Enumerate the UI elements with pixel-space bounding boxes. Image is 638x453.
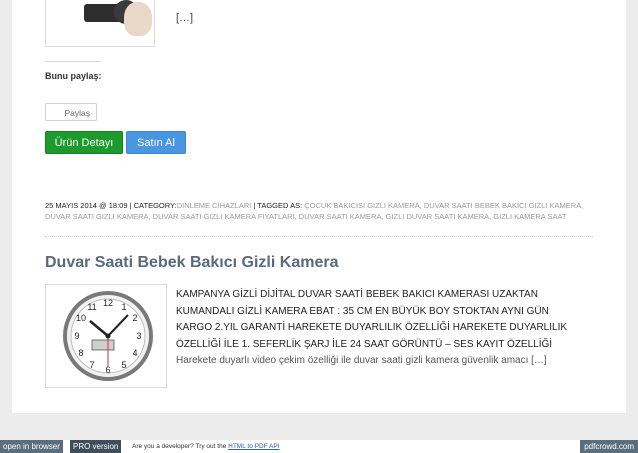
svg-text:7: 7	[89, 360, 94, 370]
post-title[interactable]: Duvar Saati Bebek Bakıcı Gizli Kamera	[45, 254, 338, 272]
divider	[45, 61, 101, 62]
svg-text:8: 8	[78, 348, 83, 358]
svg-text:12: 12	[103, 298, 113, 308]
svg-text:2: 2	[132, 313, 137, 323]
pro-version-link[interactable]: PRO version	[70, 440, 122, 453]
excerpt-line: KAMPANYA GİZLİ DİJİTAL DUVAR SAATİ BEBEK…	[176, 289, 538, 300]
svg-text:3: 3	[136, 331, 141, 341]
developer-note: Are you a developer? Try out the HTML to…	[132, 440, 280, 453]
person-image-part	[124, 2, 152, 36]
divider	[45, 236, 593, 237]
svg-text:5: 5	[121, 360, 126, 370]
share-label: Bunu paylaş:	[45, 71, 102, 81]
svg-text:9: 9	[74, 331, 79, 341]
brand-link[interactable]: pdfcrowd.com	[580, 440, 638, 453]
svg-text:10: 10	[76, 313, 86, 323]
svg-text:4: 4	[132, 348, 137, 358]
buy-button[interactable]: Satın Al	[126, 131, 186, 154]
excerpt-line: KARGO 2.YIL GARANTİ HAREKETE DUYARLILIK …	[176, 322, 568, 333]
product-thumbnail[interactable]: 12 1 2 345 678 9 10 11	[45, 284, 167, 388]
excerpt-ellipsis: […]	[176, 12, 194, 24]
excerpt-line: Harekete duyarlı video çekim özelliği il…	[176, 355, 547, 366]
pdfcrowd-footer: open in browser PRO version Are you a de…	[0, 440, 638, 453]
svg-text:11: 11	[87, 302, 96, 312]
wall-clock-image: 12 12 345 678 91011	[63, 291, 153, 381]
tagged-label: | TAGGED AS:	[251, 201, 305, 210]
api-link[interactable]: HTML to PDF API	[228, 443, 279, 450]
post-excerpt: KAMPANYA GİZLİ DİJİTAL DUVAR SAATİ BEBEK…	[176, 287, 596, 370]
category-link[interactable]: DINLEME CIHAZLARI	[177, 201, 252, 210]
post-date: 25 MAYIS 2014 @ 18:09 | CATEGORY:	[45, 201, 177, 210]
open-in-browser-link[interactable]: open in browser	[0, 440, 63, 453]
share-button[interactable]: Paylaş	[45, 103, 97, 121]
product-thumbnail-top[interactable]	[45, 0, 155, 47]
post-meta: 25 MAYIS 2014 @ 18:09 | CATEGORY:DINLEME…	[45, 200, 595, 222]
developer-text: Are you a developer? Try out the	[132, 443, 229, 450]
product-detail-button[interactable]: Ürün Detayı	[45, 131, 123, 154]
excerpt-line: ÖZELLİĞİ İLE 1. SEFERLİK ŞARJ İLE 24 SAA…	[176, 338, 553, 350]
svg-text:1: 1	[121, 302, 126, 312]
excerpt-line: KUMANDALI GİZLİ KAMERA EBAT : 35 CM EN B…	[176, 305, 549, 317]
